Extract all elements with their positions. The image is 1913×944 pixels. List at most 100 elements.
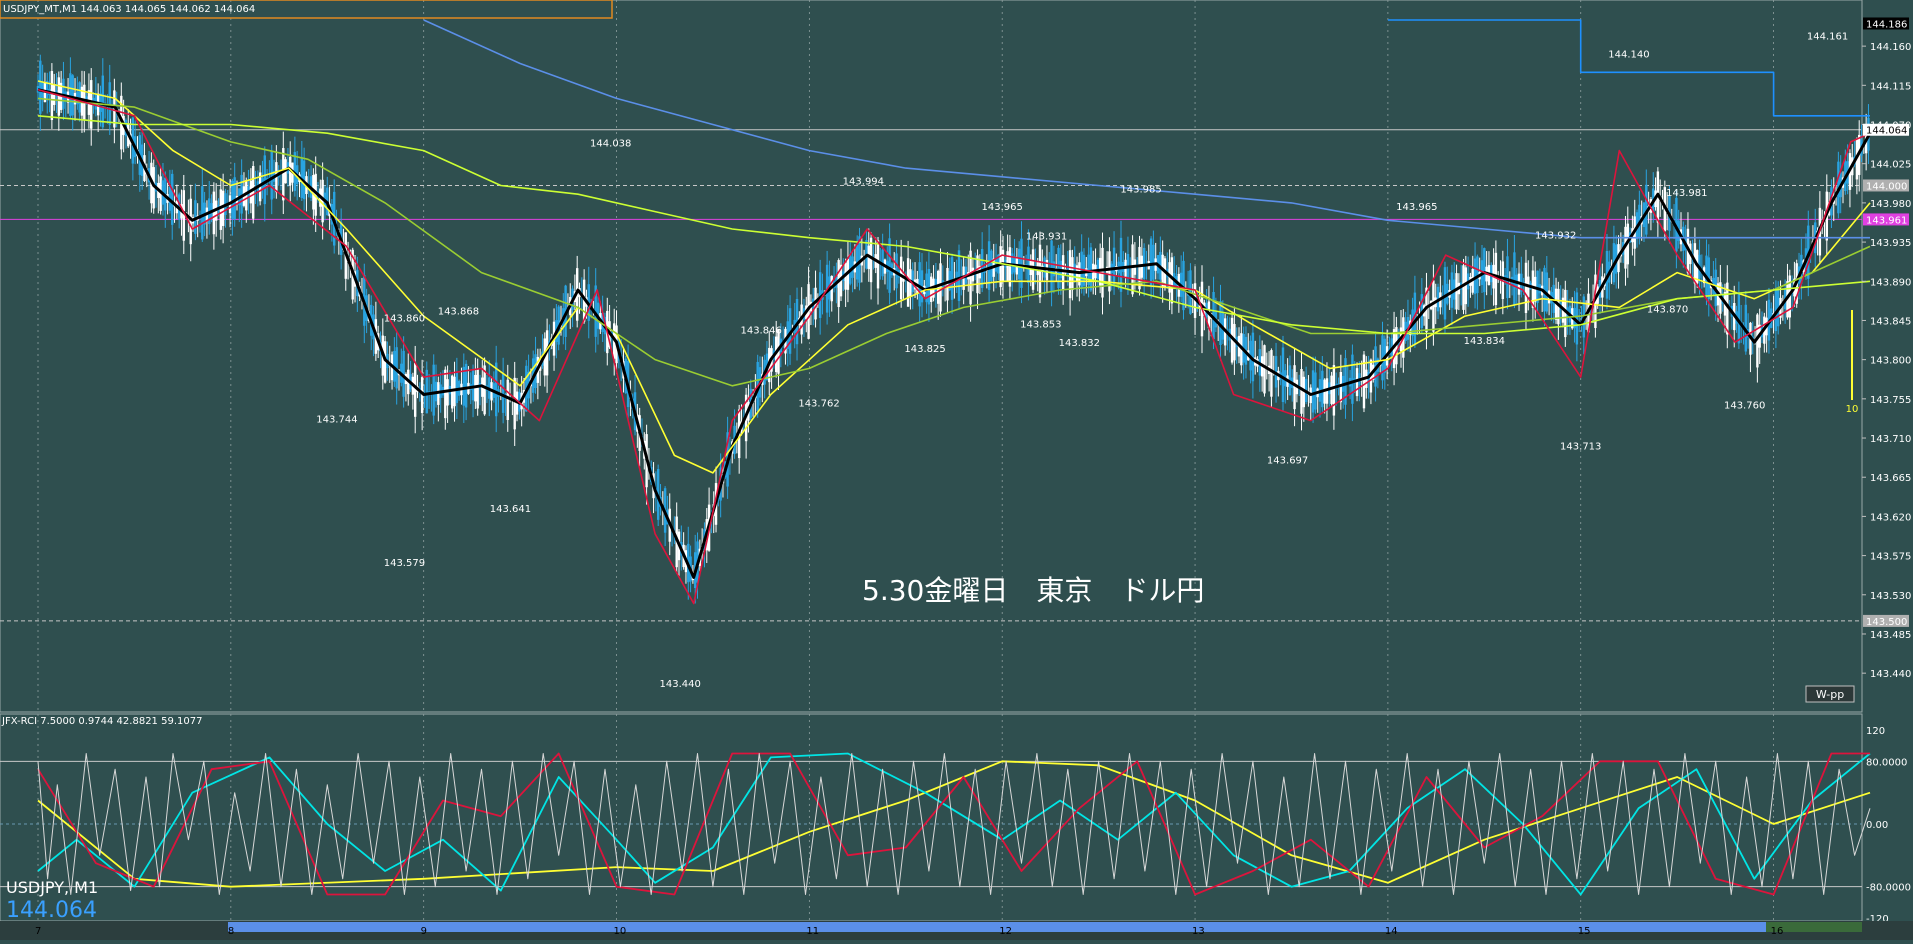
candle-body — [1432, 280, 1435, 332]
candle-body — [1281, 347, 1285, 403]
candle-body — [494, 362, 498, 417]
candle-body — [50, 71, 54, 121]
candle-body — [101, 75, 104, 128]
candle-body — [1270, 350, 1273, 397]
time-axis-label: 9 — [421, 926, 427, 937]
candle-body — [69, 73, 72, 116]
rci-axis-label: 80.0000 — [1866, 757, 1907, 768]
candle-body — [1351, 354, 1354, 404]
price-axis-label: 143.890 — [1870, 277, 1911, 288]
candle-body — [1152, 244, 1155, 280]
candle-body — [1068, 250, 1072, 299]
candle-body — [476, 368, 479, 409]
candle-body — [1061, 255, 1065, 291]
time-axis-label: 11 — [806, 926, 819, 937]
price-label: 143.868 — [438, 306, 479, 317]
price-label: 143.834 — [1464, 336, 1505, 347]
candle-body — [918, 262, 921, 307]
price-label: 143.985 — [1120, 185, 1161, 196]
candle-body — [1524, 262, 1528, 314]
candle-body — [212, 191, 216, 235]
price-axis-label: 143.575 — [1870, 552, 1911, 563]
price-axis-label: 143.755 — [1870, 395, 1911, 406]
candle-body — [899, 256, 903, 300]
price-label: 144.038 — [590, 138, 631, 149]
price-label: 143.825 — [904, 344, 945, 355]
price-axis-label: 143.440 — [1870, 669, 1911, 680]
candle-body — [906, 258, 910, 307]
price-label: 144.161 — [1807, 31, 1848, 42]
candle-body — [888, 238, 891, 293]
candle-body — [1112, 247, 1116, 286]
candle-body — [455, 372, 459, 403]
candle-body — [1575, 292, 1579, 345]
price-label: 143.713 — [1560, 441, 1601, 452]
price-axis-label: 143.665 — [1870, 473, 1911, 484]
price-label: 143.932 — [1535, 231, 1576, 242]
candle-body — [282, 148, 285, 201]
price-axis-label: 143.620 — [1870, 512, 1911, 523]
candle-body — [252, 166, 255, 219]
candle-body — [451, 375, 454, 409]
price-label: 143.697 — [1267, 455, 1308, 466]
candle-body — [1483, 248, 1486, 293]
price-axis-label: 143.935 — [1870, 238, 1911, 249]
candle-body — [1050, 240, 1053, 293]
candle-body — [513, 377, 516, 430]
rci-axis-label: 0.00 — [1866, 820, 1888, 831]
candle-body — [413, 362, 417, 417]
chart-window[interactable]: 144.038 143.994 143.965 143.931 143.985 143.9… — [0, 0, 1913, 940]
candle-body — [1513, 252, 1516, 306]
candle-body — [1300, 369, 1303, 414]
candle-body — [1293, 365, 1296, 410]
price-badge-text: 144.000 — [1866, 181, 1907, 192]
candle-body — [270, 151, 273, 200]
time-axis-label: 14 — [1385, 926, 1398, 937]
price-label: 143.860 — [384, 313, 425, 324]
price-badge-text: 144.186 — [1866, 19, 1907, 30]
wpp-button-label: W-pp — [1816, 688, 1844, 701]
price-label: 143.870 — [1647, 305, 1688, 316]
candle-body — [1506, 256, 1509, 299]
candle-body — [263, 155, 266, 205]
time-axis-label: 8 — [228, 926, 234, 937]
candle-body — [108, 82, 111, 125]
price-label: 143.846 — [740, 326, 781, 337]
price-axis-label: 143.980 — [1870, 199, 1911, 210]
price-label: 143.760 — [1724, 400, 1765, 411]
price-axis-label: 143.710 — [1870, 434, 1911, 445]
candle-body — [506, 379, 509, 420]
price-label: 143.440 — [659, 679, 700, 690]
candle-body — [1149, 238, 1153, 286]
candle-body — [876, 240, 880, 289]
time-axis-label: 13 — [1192, 926, 1205, 937]
candle-body — [1321, 370, 1324, 408]
candle-body — [71, 75, 74, 116]
yellow-marker-label: 10 — [1846, 404, 1859, 415]
sub-header-text: JFX-RCI 7.5000 0.9744 42.8821 59.1077 — [1, 716, 202, 727]
price-label: 143.744 — [316, 414, 357, 425]
main-header-text: USDJPY_MT,M1 144.063 144.065 144.062 144… — [3, 4, 255, 15]
time-axis-label: 10 — [614, 926, 627, 937]
price-label: 143.965 — [1396, 202, 1437, 213]
candle-body — [1142, 247, 1146, 280]
candle-body — [1314, 372, 1317, 410]
time-highlight-bar[interactable] — [228, 922, 1766, 932]
current-price-label: 144.064 — [6, 898, 97, 923]
price-label: 143.965 — [982, 202, 1023, 213]
candle-body — [869, 237, 873, 283]
price-label: 143.981 — [1666, 188, 1707, 199]
candle-body — [950, 257, 954, 300]
candle-body — [1027, 246, 1030, 283]
price-axis-label: 143.845 — [1870, 316, 1911, 327]
candle-body — [1332, 365, 1336, 416]
price-badge-text: 143.961 — [1866, 215, 1907, 226]
candle-body — [57, 77, 61, 116]
chart-svg[interactable]: 144.038 143.994 143.965 143.931 143.985 143.9… — [0, 0, 1913, 940]
price-label: 143.762 — [798, 399, 839, 410]
candle-body — [462, 366, 465, 406]
candle-body — [471, 370, 475, 401]
candle-body — [201, 186, 204, 240]
candle-body — [444, 369, 447, 419]
candle-body — [1089, 247, 1093, 291]
